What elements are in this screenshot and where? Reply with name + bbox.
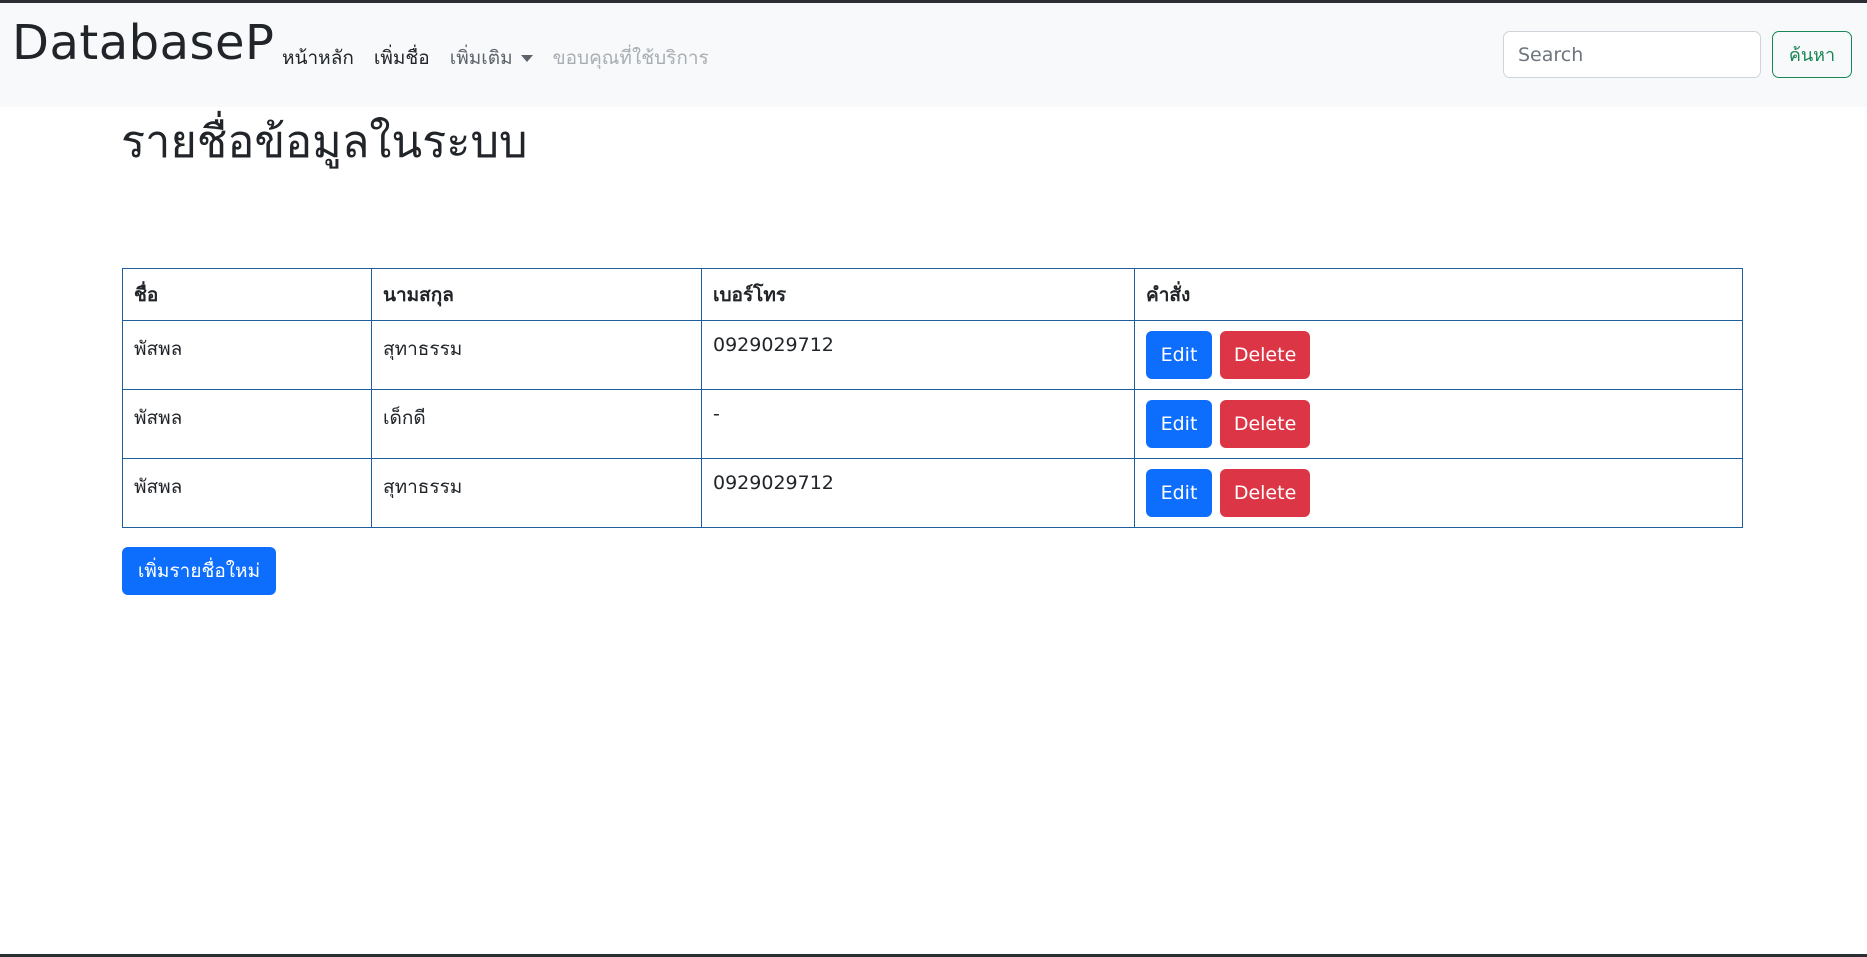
column-header-phone: เบอร์โทร xyxy=(701,268,1135,321)
cell-actions: Edit Delete xyxy=(1134,320,1743,390)
records-table: ชื่อ นามสกุล เบอร์โทร คำสั่ง พัสพล สุทาธ… xyxy=(122,268,1743,528)
table-header-row: ชื่อ นามสกุล เบอร์โทร คำสั่ง xyxy=(122,268,1743,321)
nav-link-add-name[interactable]: เพิ่มชื่อ xyxy=(374,43,430,73)
cell-actions: Edit Delete xyxy=(1134,389,1743,459)
nav-dropdown-more[interactable]: เพิ่มเติม xyxy=(450,43,533,73)
nav-links: หน้าหลัก เพิ่มชื่อ เพิ่มเติม ขอบคุณที่ใช… xyxy=(282,43,709,73)
cell-last-name: เด็กดี xyxy=(371,389,702,459)
edit-button[interactable]: Edit xyxy=(1146,400,1212,448)
cell-phone: 0929029712 xyxy=(701,320,1135,390)
cell-last-name: สุทาธรรม xyxy=(371,320,702,390)
table-row: พัสพล สุทาธรรม 0929029712 Edit Delete xyxy=(122,458,1743,528)
cell-actions: Edit Delete xyxy=(1134,458,1743,528)
column-header-first-name: ชื่อ xyxy=(122,268,372,321)
cell-phone: 0929029712 xyxy=(701,458,1135,528)
table-row: พัสพล สุทาธรรม 0929029712 Edit Delete xyxy=(122,320,1743,390)
delete-button[interactable]: Delete xyxy=(1220,331,1311,379)
table-row: พัสพล เด็กดี - Edit Delete xyxy=(122,389,1743,459)
nav-dropdown-more-label: เพิ่มเติม xyxy=(449,47,513,69)
edit-button[interactable]: Edit xyxy=(1146,469,1212,517)
nav-link-thanks: ขอบคุณที่ใช้บริการ xyxy=(552,47,709,69)
brand-logo[interactable]: DatabaseP xyxy=(12,19,274,67)
column-header-last-name: นามสกุล xyxy=(371,268,702,321)
add-new-record-button[interactable]: เพิ่มรายชื่อใหม่ xyxy=(122,547,276,595)
nav-link-home[interactable]: หน้าหลัก xyxy=(282,43,354,73)
cell-phone: - xyxy=(701,389,1135,459)
page-title: รายชื่อข้อมูลในระบบ xyxy=(121,115,528,168)
chevron-down-icon xyxy=(520,55,533,62)
cell-first-name: พัสพล xyxy=(122,320,372,390)
edit-button[interactable]: Edit xyxy=(1146,331,1212,379)
column-header-actions: คำสั่ง xyxy=(1134,268,1743,321)
delete-button[interactable]: Delete xyxy=(1220,400,1311,448)
delete-button[interactable]: Delete xyxy=(1220,469,1311,517)
cell-last-name: สุทาธรรม xyxy=(371,458,702,528)
cell-first-name: พัสพล xyxy=(122,458,372,528)
search-input[interactable] xyxy=(1503,31,1761,78)
navbar: DatabaseP หน้าหลัก เพิ่มชื่อ เพิ่มเติม ข… xyxy=(0,3,1867,107)
cell-first-name: พัสพล xyxy=(122,389,372,459)
search-button[interactable]: ค้นหา xyxy=(1772,31,1852,78)
